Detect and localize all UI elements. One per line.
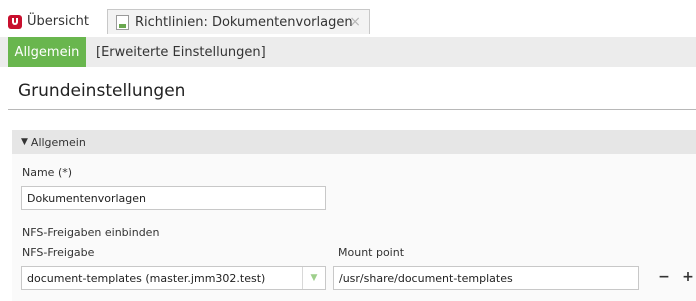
- caret-down-icon: ▼: [21, 137, 28, 147]
- nfs-share-label: NFS-Freigabe: [22, 246, 95, 259]
- mount-point-value: /usr/share/document-templates: [339, 271, 513, 285]
- subtab-general-label: Allgemein: [14, 44, 80, 60]
- close-icon[interactable]: ×: [349, 14, 361, 30]
- name-field[interactable]: Dokumentenvorlagen: [21, 186, 326, 210]
- add-icon[interactable]: +: [681, 269, 695, 285]
- remove-icon[interactable]: −: [657, 269, 671, 285]
- subtab-bar: Allgemein [Erweiterte Einstellungen]: [0, 37, 696, 67]
- tab-overview[interactable]: Übersicht: [8, 9, 106, 34]
- mount-point-label: Mount point: [338, 246, 405, 259]
- tab-bar: Übersicht Richtlinien: Dokumentenvorlage…: [0, 0, 696, 37]
- section-general: ▼ Allgemein Name (*) Dokumentenvorlagen …: [12, 130, 696, 301]
- section-header-general[interactable]: ▼ Allgemein: [12, 130, 696, 154]
- tab-policy-label: Richtlinien: Dokumentenvorlagen: [135, 14, 353, 30]
- mount-point-field[interactable]: /usr/share/document-templates: [333, 266, 639, 290]
- subtab-general[interactable]: Allgemein: [8, 37, 86, 67]
- subtab-advanced-label: [Erweiterte Einstellungen]: [96, 44, 266, 60]
- page-title: Grundeinstellungen: [18, 81, 186, 101]
- nfs-mounts-heading: NFS-Freigaben einbinden: [22, 226, 160, 239]
- tab-policy-document-templates[interactable]: Richtlinien: Dokumentenvorlagen ×: [107, 9, 370, 34]
- univention-logo-icon: [8, 14, 22, 29]
- subtab-advanced-settings[interactable]: [Erweiterte Einstellungen]: [96, 37, 266, 67]
- document-icon: [116, 14, 129, 30]
- chevron-down-icon[interactable]: ▼: [302, 267, 325, 289]
- tab-overview-label: Übersicht: [27, 14, 89, 29]
- name-label: Name (*): [22, 166, 73, 179]
- nfs-share-value: document-templates (master.jmm302.test): [27, 271, 266, 285]
- title-divider: [8, 109, 696, 110]
- section-header-label: Allgemein: [30, 135, 86, 149]
- name-field-value: Dokumentenvorlagen: [27, 191, 146, 205]
- nfs-share-select[interactable]: document-templates (master.jmm302.test) …: [21, 266, 326, 290]
